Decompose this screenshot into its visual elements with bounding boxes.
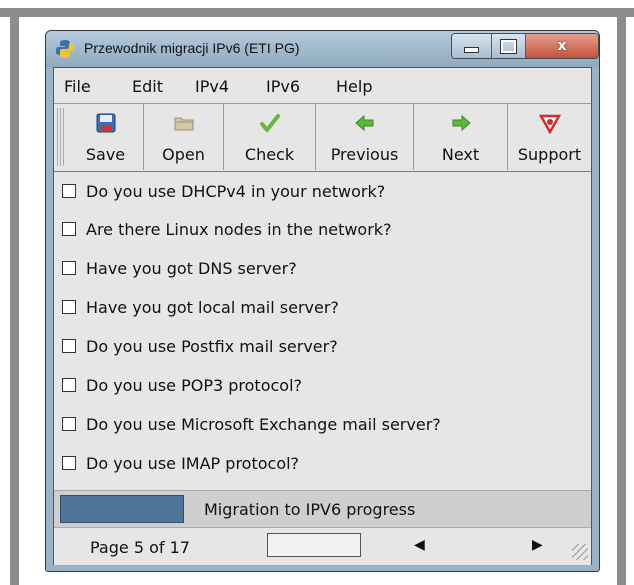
checkbox[interactable] <box>62 378 76 392</box>
maximize-button[interactable] <box>492 34 526 58</box>
question-text: Are there Linux nodes in the network? <box>86 219 392 239</box>
horizontal-scrollbar[interactable] <box>267 533 361 557</box>
scroll-left-icon[interactable]: ◀ <box>414 537 425 553</box>
checkbox[interactable] <box>62 339 76 353</box>
lifebuoy-icon <box>538 114 561 134</box>
progress-bar-fill <box>60 495 184 523</box>
client-area: File Edit IPv4 IPv6 Help Save Open Check… <box>53 67 592 565</box>
close-button[interactable]: x <box>526 34 598 58</box>
question-item[interactable]: Are there Linux nodes in the network? <box>54 210 591 248</box>
folder-icon <box>174 117 193 131</box>
question-item[interactable]: Do you use IMAP protocol? <box>54 444 591 482</box>
open-label: Open <box>162 145 205 164</box>
scroll-right-icon[interactable]: ▶ <box>532 537 543 553</box>
checkbox[interactable] <box>62 184 76 198</box>
checkbox[interactable] <box>62 417 76 431</box>
question-item[interactable]: Do you use Microsoft Exchange mail serve… <box>54 405 591 443</box>
progress-label: Migration to IPV6 progress <box>204 500 416 519</box>
previous-label: Previous <box>330 145 399 164</box>
floppy-disk-icon <box>96 113 115 133</box>
minimize-icon <box>464 47 479 53</box>
question-item[interactable]: Have you got local mail server? <box>54 288 591 326</box>
maximize-icon <box>500 38 517 54</box>
checkbox[interactable] <box>62 261 76 275</box>
frame-top-border <box>0 8 634 17</box>
checkbox[interactable] <box>62 222 76 236</box>
minimize-button[interactable] <box>452 34 492 58</box>
menu-ipv4[interactable]: IPv4 <box>195 77 229 96</box>
question-text: Do you use Microsoft Exchange mail serve… <box>86 414 441 434</box>
close-icon: x <box>557 38 567 54</box>
question-text: Have you got DNS server? <box>86 258 297 278</box>
frame-left-border <box>10 8 19 585</box>
question-text: Do you use Postfix mail server? <box>86 336 338 356</box>
menu-file[interactable]: File <box>64 77 91 96</box>
check-button[interactable]: Check <box>224 104 316 170</box>
question-text: Do you use IMAP protocol? <box>86 453 300 473</box>
support-label: Support <box>517 145 582 164</box>
menu-help[interactable]: Help <box>336 77 372 96</box>
question-item[interactable]: Do you use DHCPv4 in your network? <box>54 172 591 210</box>
frame-right-border <box>617 8 626 585</box>
toolbar-grip[interactable] <box>57 108 66 166</box>
status-bar: Page 5 of 17 ◀ ▶ <box>54 527 591 565</box>
checkmark-icon <box>259 114 280 132</box>
question-text: Have you got local mail server? <box>86 297 339 317</box>
open-button[interactable]: Open <box>144 104 224 170</box>
previous-button[interactable]: Previous <box>316 104 414 170</box>
window-title: Przewodnik migracji IPv6 (ETI PG) <box>84 40 300 56</box>
question-item[interactable]: Do you use POP3 protocol? <box>54 366 591 404</box>
next-button[interactable]: Next <box>414 104 508 170</box>
progress-row: Migration to IPV6 progress <box>54 490 591 527</box>
python-app-icon <box>56 40 74 58</box>
app-window: Przewodnik migracji IPv6 (ETI PG) x File… <box>45 30 600 572</box>
left-arrow-icon <box>354 114 373 132</box>
toolbar: Save Open Check Previous Next Support <box>54 104 591 172</box>
menu-ipv6[interactable]: IPv6 <box>266 77 300 96</box>
support-button[interactable]: Support <box>508 104 591 170</box>
checkbox[interactable] <box>62 300 76 314</box>
resize-grip-icon[interactable] <box>572 544 588 560</box>
title-bar[interactable]: Przewodnik migracji IPv6 (ETI PG) x <box>46 31 599 67</box>
next-label: Next <box>441 145 480 164</box>
question-text: Do you use DHCPv4 in your network? <box>86 181 386 201</box>
checkbox[interactable] <box>62 456 76 470</box>
question-item[interactable]: Do you use Postfix mail server? <box>54 327 591 365</box>
save-button[interactable]: Save <box>68 104 144 170</box>
question-item[interactable]: Have you got DNS server? <box>54 249 591 287</box>
check-label: Check <box>244 145 295 164</box>
window-controls: x <box>451 33 599 59</box>
save-label: Save <box>85 145 126 164</box>
question-text: Do you use POP3 protocol? <box>86 375 302 395</box>
page-indicator: Page 5 of 17 <box>90 538 190 557</box>
menu-bar: File Edit IPv4 IPv6 Help <box>54 68 591 104</box>
menu-edit[interactable]: Edit <box>132 77 163 96</box>
right-arrow-icon <box>452 114 471 132</box>
